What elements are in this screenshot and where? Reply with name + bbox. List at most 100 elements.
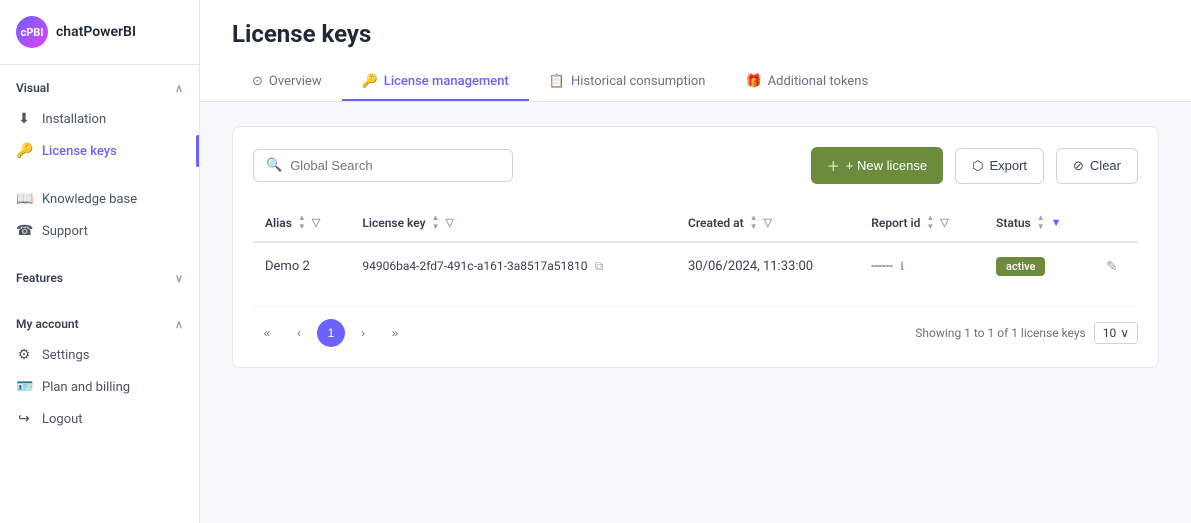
cell-status: active [984,242,1094,290]
gear-icon: ⚙ [16,347,32,363]
overview-icon: ⊙ [252,74,263,89]
filter-clear-icon: ⊘ [1073,158,1084,174]
tab-label: Historical consumption [571,74,706,89]
export-button[interactable]: ⬡ Export [955,148,1044,184]
sort-createdat-icon[interactable]: ▲ ▼ [750,214,758,231]
main-content: License keys ⊙ Overview 🔑 License manage… [200,0,1191,523]
sidebar-section-features-header[interactable]: Features ∨ [0,263,199,293]
chevron-up-icon2: ∧ [175,318,183,331]
cell-created-at: 30/06/2024, 11:33:00 [676,242,859,290]
billing-icon: 🪪 [16,379,32,395]
col-report-id: Report id ▲ ▼ ▽ [859,204,984,242]
sort-licensekey-icon[interactable]: ▲ ▼ [432,214,440,231]
license-table: Alias ▲ ▼ ▽ License key [253,204,1138,290]
key-tab-icon: 🔑 [362,74,378,89]
cell-actions: ✎ [1094,242,1138,290]
clear-button[interactable]: ⊘ Clear [1056,148,1138,184]
tab-additional-tokens[interactable]: 🎁 Additional tokens [725,64,888,101]
col-created-at: Created at ▲ ▼ ▽ [676,204,859,242]
search-icon: 🔍 [266,158,282,173]
app-logo[interactable]: cPBI chatPowerBI [0,0,199,65]
key-icon: 🔑 [16,143,32,159]
search-box[interactable]: 🔍 [253,149,513,182]
col-alias: Alias ▲ ▼ ▽ [253,204,350,242]
col-status: Status ▲ ▼ ▼ [984,204,1094,242]
filter-licensekey-icon[interactable]: ▽ [446,216,454,229]
tab-label: Overview [269,74,322,89]
sort-alias-icon[interactable]: ▲ ▼ [298,214,306,231]
chevron-down-page-size-icon: ∨ [1120,326,1129,340]
sidebar-item-label: Support [42,224,88,239]
tab-bar: ⊙ Overview 🔑 License management 📋 Histor… [232,64,1159,101]
pagination-last-button[interactable]: » [381,319,409,347]
tab-label: License management [384,74,509,89]
sidebar-item-label: Settings [42,348,89,363]
col-actions [1094,204,1138,242]
sidebar-item-knowledge-base[interactable]: 📖 Knowledge base [0,183,199,215]
sidebar-section-visual: Visual ∧ ⬇ Installation 🔑 License keys [0,65,199,175]
table-row: Demo 2 94906ba4-2fd7-491c-a161-3a8517a51… [253,242,1138,290]
logout-icon: ↪ [16,411,32,427]
license-table-card: 🔍 ＋ + New license ⬡ Export ⊘ Clear [232,126,1159,368]
sidebar-section-my-account-header[interactable]: My account ∧ [0,309,199,339]
plus-icon: ＋ [827,156,840,175]
pagination-info: Showing 1 to 1 of 1 license keys [915,326,1085,340]
filter-status-icon[interactable]: ▼ [1051,216,1062,229]
status-badge: active [996,257,1045,276]
sort-reportid-icon[interactable]: ▲ ▼ [926,214,934,231]
filter-alias-icon[interactable]: ▽ [312,216,320,229]
tab-label: Additional tokens [768,74,869,89]
pagination-next-button[interactable]: › [349,319,377,347]
sidebar-item-label: Plan and billing [42,380,130,395]
pagination-page-1-button[interactable]: 1 [317,319,345,347]
cell-license-key: 94906ba4-2fd7-491c-a161-3a8517a51810 ⧉ [350,242,676,290]
sidebar-item-logout[interactable]: ↪ Logout [0,403,199,435]
sidebar-item-label: Logout [42,412,83,427]
table-header: Alias ▲ ▼ ▽ License key [253,204,1138,242]
sidebar-section-my-account: My account ∧ ⚙ Settings 🪪 Plan and billi… [0,301,199,443]
sidebar-section-features: Features ∨ [0,255,199,301]
sidebar-item-label: License keys [42,144,117,159]
support-icon: ☎ [16,223,32,239]
sidebar: cPBI chatPowerBI Visual ∧ ⬇ Installation… [0,0,200,523]
edit-icon[interactable]: ✎ [1106,259,1118,275]
sidebar-item-license-keys[interactable]: 🔑 License keys [0,135,199,167]
page-size-selector[interactable]: 10 ∨ [1094,322,1138,344]
table-body: Demo 2 94906ba4-2fd7-491c-a161-3a8517a51… [253,242,1138,290]
cell-alias: Demo 2 [253,242,350,290]
copy-icon[interactable]: ⧉ [595,259,604,273]
col-license-key: License key ▲ ▼ ▽ [350,204,676,242]
history-icon: 📋 [549,74,565,89]
pagination-first-button[interactable]: « [253,319,281,347]
filter-createdat-icon[interactable]: ▽ [764,216,772,229]
cell-report-id: ------ ℹ [859,242,984,290]
tab-overview[interactable]: ⊙ Overview [232,64,342,101]
pagination-prev-button[interactable]: ‹ [285,319,313,347]
pagination: « ‹ 1 › » Showing 1 to 1 of 1 license ke… [253,306,1138,347]
info-icon[interactable]: ℹ [900,260,904,273]
search-input[interactable] [290,158,500,173]
app-name: chatPowerBI [56,24,136,40]
sidebar-section-visual-header[interactable]: Visual ∧ [0,73,199,103]
sidebar-item-label: Installation [42,112,106,127]
sidebar-item-settings[interactable]: ⚙ Settings [0,339,199,371]
pagination-right: Showing 1 to 1 of 1 license keys 10 ∨ [895,322,1138,344]
filter-reportid-icon[interactable]: ▽ [940,216,948,229]
sidebar-item-support[interactable]: ☎ Support [0,215,199,247]
tab-license-management[interactable]: 🔑 License management [342,64,529,101]
sidebar-item-label: Knowledge base [42,192,137,207]
new-license-button[interactable]: ＋ + New license [811,147,943,184]
sidebar-item-installation[interactable]: ⬇ Installation [0,103,199,135]
sidebar-item-plan-billing[interactable]: 🪪 Plan and billing [0,371,199,403]
chevron-up-icon: ∧ [175,82,183,95]
sort-status-icon[interactable]: ▲ ▼ [1037,214,1045,231]
export-icon: ⬡ [972,158,983,174]
tab-historical-consumption[interactable]: 📋 Historical consumption [529,64,726,101]
content-area: 🔍 ＋ + New license ⬡ Export ⊘ Clear [200,102,1191,523]
page-title: License keys [232,20,1159,48]
chevron-down-icon: ∨ [175,272,183,285]
download-icon: ⬇ [16,111,32,127]
main-header: License keys ⊙ Overview 🔑 License manage… [200,0,1191,102]
sidebar-section-misc: 📖 Knowledge base ☎ Support [0,175,199,255]
logo-icon: cPBI [16,16,48,48]
